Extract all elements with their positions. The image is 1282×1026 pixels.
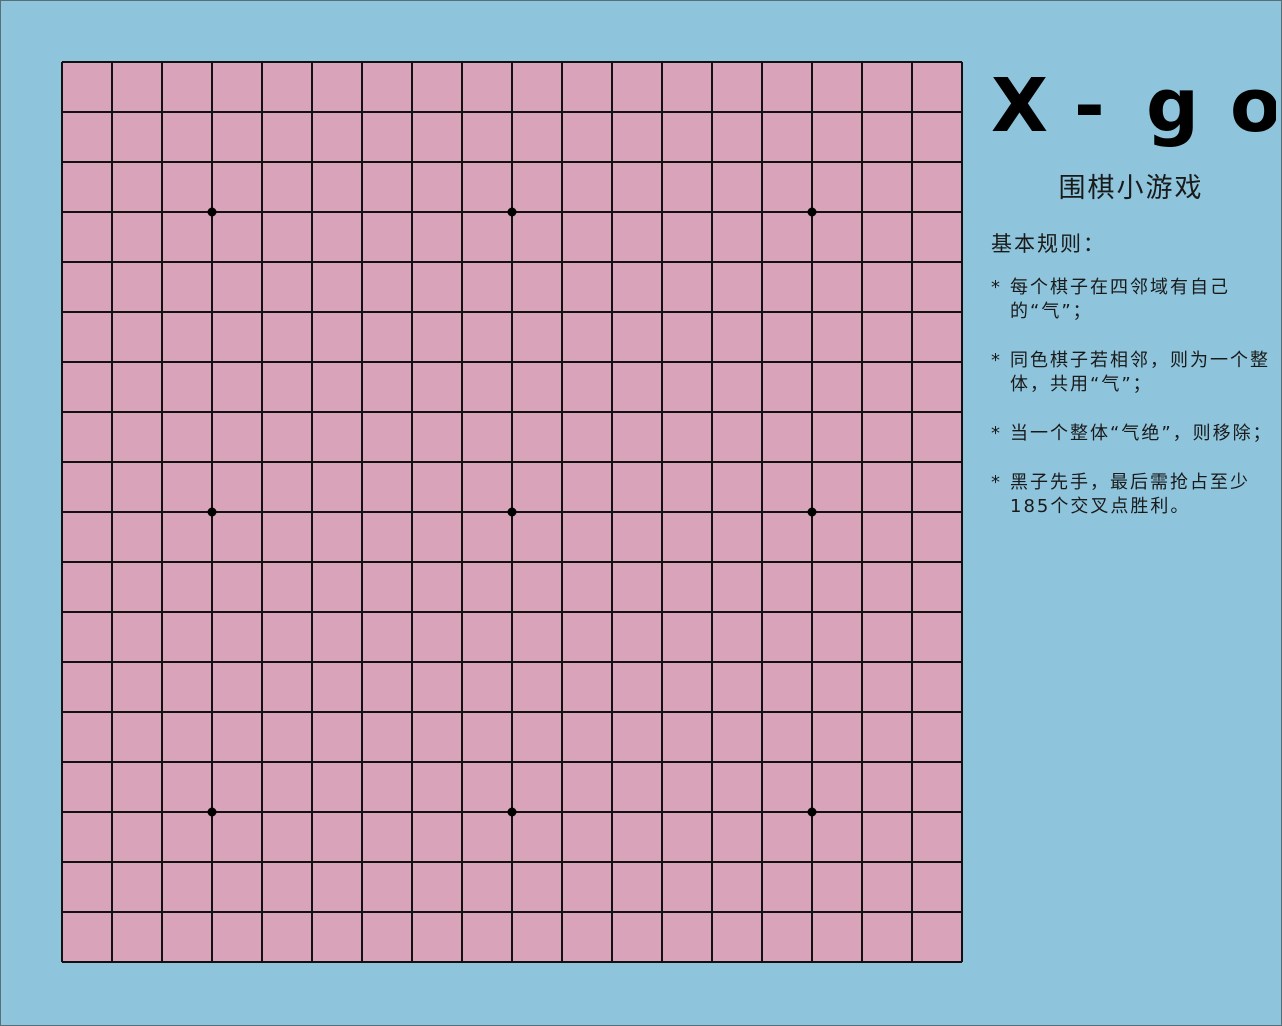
logo-letter-o: o [1230,63,1276,149]
rules-heading: 基本规则： [991,232,1106,256]
star-point [507,807,517,817]
rule-text: 每个棋子在四邻域有自己的“气”； [1010,277,1230,322]
logo-letter-x: X [991,63,1048,149]
star-point [207,507,217,517]
rule-item-4: * 黑子先手，最后需抢占至少185个交叉点胜利。 [991,471,1281,519]
star-point [507,207,517,217]
rule-text: 当一个整体“气绝”，则移除； [1010,423,1273,444]
rules-list: * 每个棋子在四邻域有自己的“气”； * 同色棋子若相邻，则为一个整体，共用“气… [991,276,1281,544]
star-point [207,207,217,217]
star-point [207,807,217,817]
x-go-logo: X - g o [991,63,1276,149]
go-board[interactable] [61,61,963,963]
rule-text: 同色棋子若相邻，则为一个整体，共用“气”； [1010,350,1270,395]
logo-dash: - [1074,63,1105,149]
rule-item-3: * 当一个整体“气绝”，则移除； [991,422,1281,446]
rule-bullet: * [991,277,1002,298]
star-point [807,807,817,817]
game-subtitle: 围棋小游戏 [1058,173,1204,204]
rule-text: 黑子先手，最后需抢占至少185个交叉点胜利。 [1010,472,1250,517]
star-point [807,507,817,517]
rule-item-1: * 每个棋子在四邻域有自己的“气”； [991,276,1281,324]
rule-bullet: * [991,423,1002,444]
rule-item-2: * 同色棋子若相邻，则为一个整体，共用“气”； [991,349,1281,397]
logo-letter-g: g [1146,63,1199,149]
rule-bullet: * [991,472,1002,493]
rule-bullet: * [991,350,1002,371]
game-window: X - g o 围棋小游戏 基本规则： * 每个棋子在四邻域有自己的“气”； *… [0,0,1282,1026]
star-point [507,507,517,517]
star-point [807,207,817,217]
go-board-grid[interactable] [61,61,963,963]
